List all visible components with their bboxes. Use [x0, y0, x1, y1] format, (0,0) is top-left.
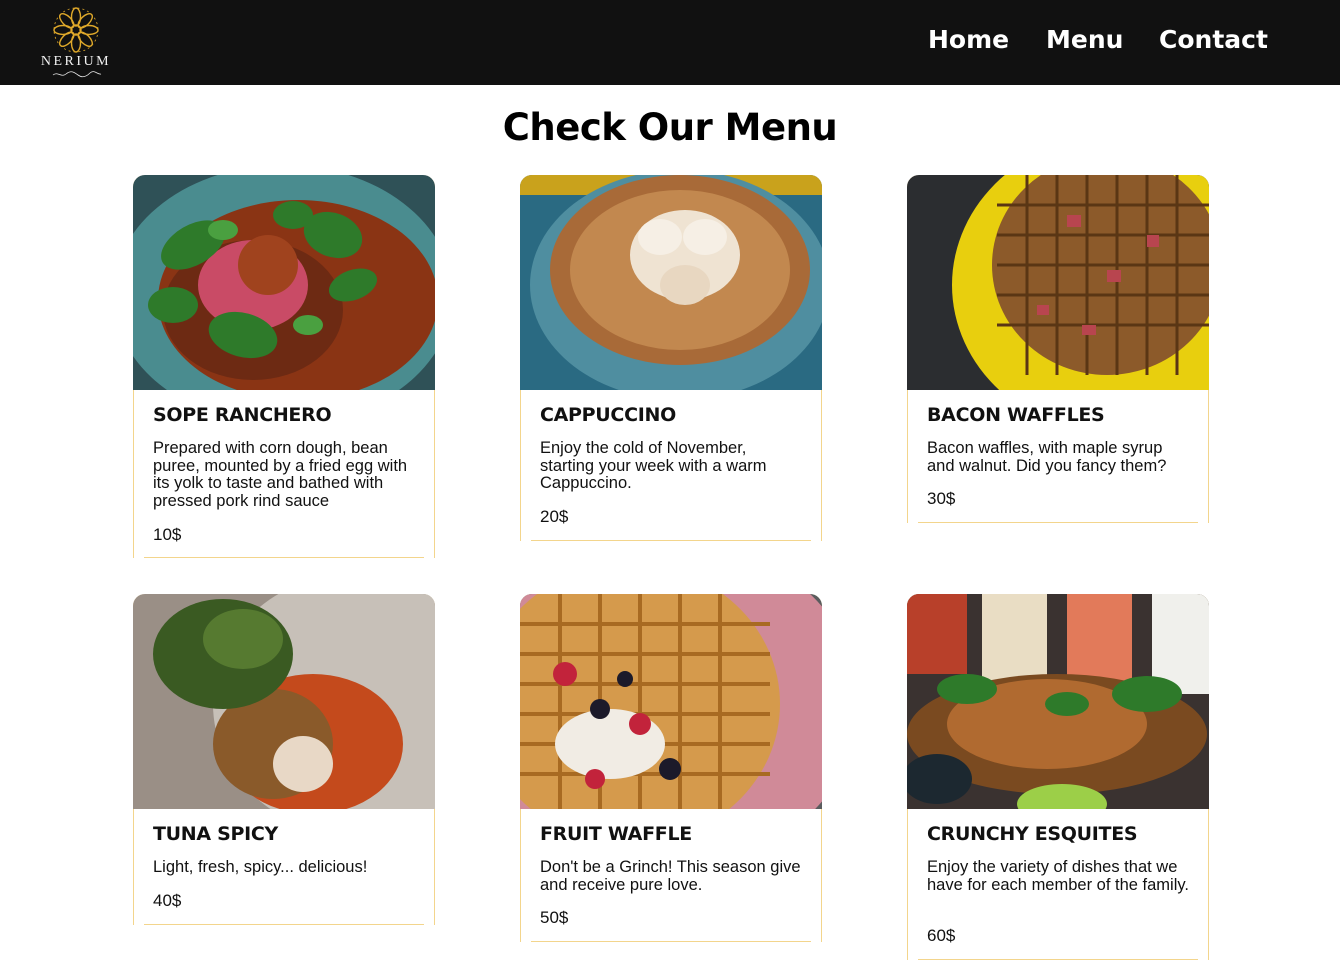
- menu-item-description: Bacon waffles, with maple syrup and waln…: [927, 439, 1167, 475]
- logo-wordmark: NERIUM: [40, 54, 112, 69]
- nav-menu-link[interactable]: Menu: [1046, 25, 1123, 54]
- menu-item-description: Prepared with corn dough, bean puree, mo…: [153, 439, 408, 511]
- menu-item-name: FRUIT WAFFLE: [540, 823, 692, 845]
- page-title: Check Our Menu: [502, 106, 838, 149]
- menu-card-crunchy-esquites[interactable]: CRUNCHY ESQUITES Enjoy the variety of di…: [907, 594, 1209, 960]
- menu-item-photo: [907, 175, 1209, 390]
- menu-item-price: 60$: [927, 926, 956, 945]
- nav-home-link[interactable]: Home: [928, 25, 1009, 54]
- menu-item-price: 30$: [927, 489, 956, 508]
- menu-item-photo: [133, 175, 435, 390]
- navbar: NERIUM Home Menu Contact: [0, 0, 1340, 85]
- logo-signature: [52, 71, 102, 78]
- menu-item-name: BACON WAFFLES: [927, 404, 1105, 426]
- menu-item-photo: [907, 594, 1209, 809]
- menu-card-fruit-waffle[interactable]: FRUIT WAFFLE Don't be a Grinch! This sea…: [520, 594, 822, 942]
- menu-item-description: Don't be a Grinch! This season give and …: [540, 858, 801, 894]
- menu-item-description: Light, fresh, spicy... delicious!: [153, 858, 368, 876]
- menu-item-photo: [520, 594, 822, 809]
- menu-item-description: Enjoy the variety of dishes that we have…: [927, 858, 1189, 894]
- nav-contact-link[interactable]: Contact: [1159, 25, 1268, 54]
- menu-card-tuna-spicy[interactable]: TUNA SPICY Light, fresh, spicy... delici…: [133, 594, 435, 925]
- flower-icon: [53, 7, 99, 53]
- menu-card-cappuccino[interactable]: CAPPUCCINO Enjoy the cold of November, s…: [520, 175, 822, 541]
- menu-item-name: TUNA SPICY: [153, 823, 278, 845]
- menu-item-name: CRUNCHY ESQUITES: [927, 823, 1138, 845]
- menu-item-name: CAPPUCCINO: [540, 404, 676, 426]
- menu-item-name: SOPE RANCHERO: [153, 404, 332, 426]
- menu-item-price: 20$: [540, 507, 569, 526]
- menu-card-bacon-waffles[interactable]: BACON WAFFLES Bacon waffles, with maple …: [907, 175, 1209, 523]
- menu-item-photo: [133, 594, 435, 809]
- menu-card-sope-ranchero[interactable]: SOPE RANCHERO Prepared with corn dough, …: [133, 175, 435, 558]
- logo[interactable]: NERIUM: [30, 4, 122, 82]
- menu-item-description: Enjoy the cold of November, starting you…: [540, 439, 767, 493]
- menu-item-price: 40$: [153, 891, 182, 910]
- menu-item-photo: [520, 175, 822, 390]
- menu-item-price: 10$: [153, 525, 182, 544]
- menu-item-price: 50$: [540, 908, 569, 927]
